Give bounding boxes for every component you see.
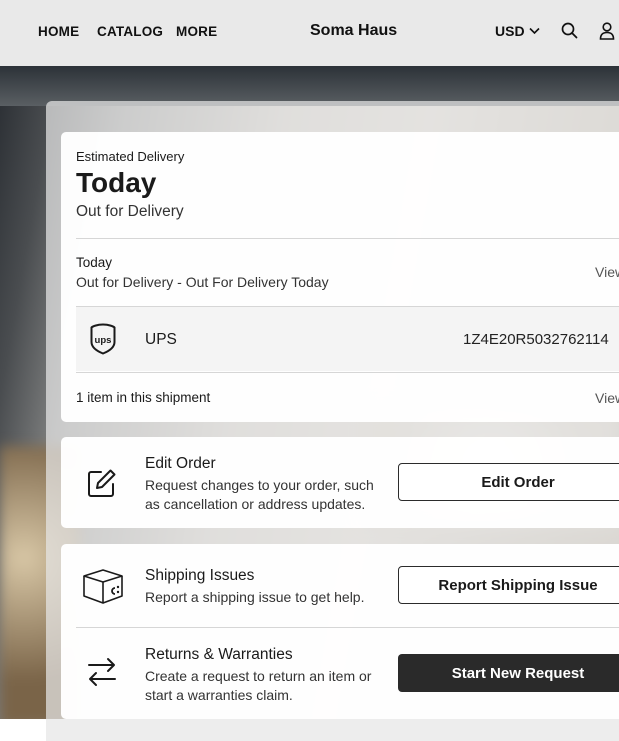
delivery-status: Out for Delivery	[76, 203, 184, 220]
returns-desc-line1: Create a request to return an item or	[145, 668, 372, 684]
package-icon	[83, 569, 123, 604]
edit-icon	[88, 469, 116, 497]
svg-text:ups: ups	[95, 335, 112, 346]
divider	[76, 372, 619, 373]
view-update-link[interactable]: View	[595, 264, 619, 280]
shipping-issues-desc: Report a shipping issue to get help.	[145, 589, 365, 605]
report-shipping-issue-button[interactable]: Report Shipping Issue	[398, 566, 619, 604]
nav-home[interactable]: HOME	[38, 24, 79, 39]
edit-order-title: Edit Order	[145, 455, 216, 472]
edit-order-desc-line1: Request changes to your order, such	[145, 477, 374, 493]
edit-order-card: Edit Order Request changes to your order…	[61, 437, 619, 528]
delivery-day: Today	[76, 167, 157, 198]
top-navigation: HOME CATALOG MORE Soma Haus USD	[0, 0, 619, 66]
carrier-name: UPS	[145, 331, 177, 348]
search-icon[interactable]	[561, 22, 578, 39]
edit-order-desc-line2: as cancellation or address updates.	[145, 496, 366, 512]
store-logo[interactable]: Soma Haus	[310, 22, 397, 40]
edit-order-button[interactable]: Edit Order	[398, 463, 619, 501]
ups-logo-icon: ups	[90, 323, 116, 355]
swap-arrows-icon	[88, 658, 116, 686]
divider	[76, 238, 619, 239]
tracking-number[interactable]: 1Z4E20R5032762114	[463, 331, 609, 348]
chevron-down-icon	[528, 27, 540, 35]
update-text: Out for Delivery - Out For Delivery Toda…	[76, 274, 329, 290]
returns-title: Returns & Warranties	[145, 646, 293, 663]
returns-desc-line2: start a warranties claim.	[145, 687, 293, 703]
nav-catalog[interactable]: CATALOG	[97, 24, 163, 39]
tracking-card: Estimated Delivery Today Out for Deliver…	[61, 132, 619, 422]
shipping-issues-title: Shipping Issues	[145, 567, 255, 584]
nav-more[interactable]: MORE	[176, 24, 217, 39]
currency-selector[interactable]: USD	[495, 23, 540, 39]
estimated-delivery-label: Estimated Delivery	[76, 149, 185, 164]
start-new-request-button[interactable]: Start New Request	[398, 654, 619, 692]
shipment-count: 1 item in this shipment	[76, 390, 211, 405]
update-date: Today	[76, 255, 113, 270]
support-card: Shipping Issues Report a shipping issue …	[61, 544, 619, 719]
view-items-link[interactable]: View	[595, 390, 619, 406]
divider	[76, 627, 619, 628]
currency-label: USD	[495, 23, 525, 39]
account-icon[interactable]	[599, 22, 615, 40]
